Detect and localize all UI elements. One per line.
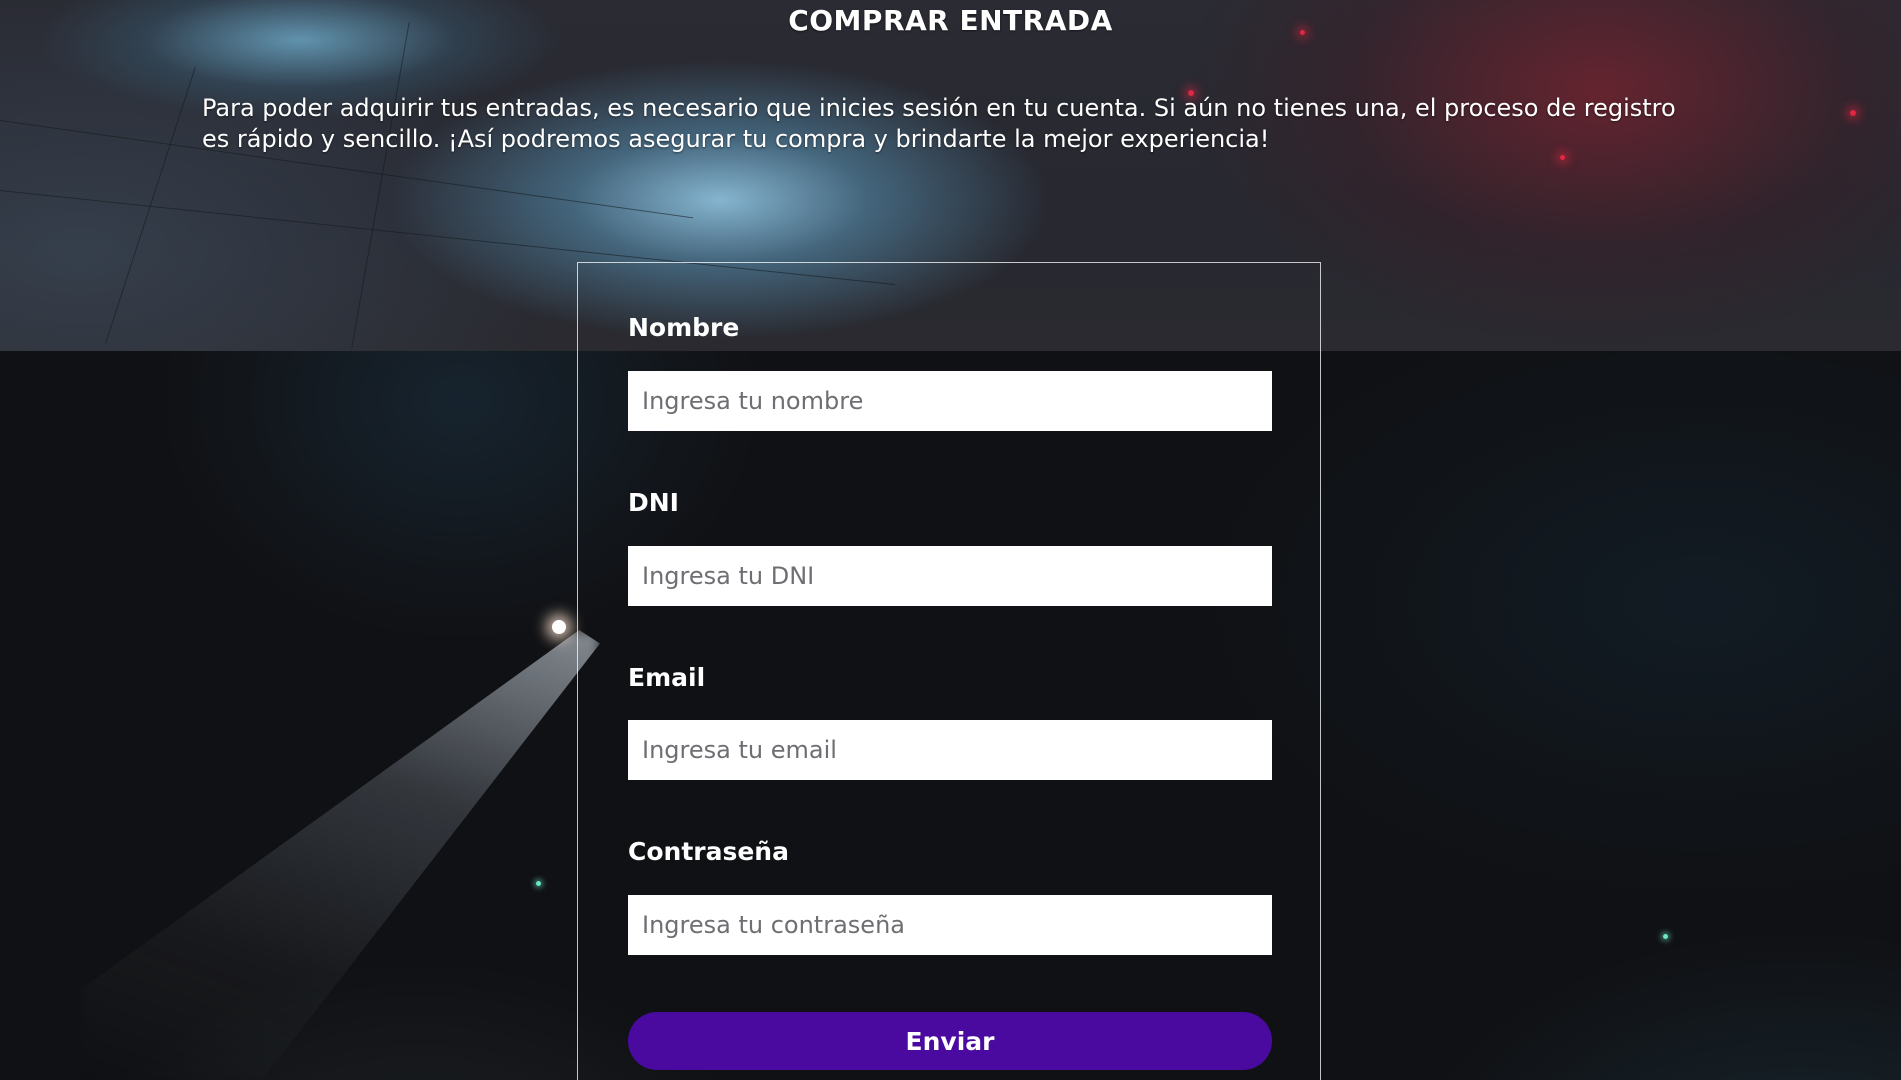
name-input[interactable]: [628, 371, 1272, 431]
password-input[interactable]: [628, 895, 1272, 955]
dni-input[interactable]: [628, 546, 1272, 606]
light-speck: [1663, 934, 1668, 939]
floor-seam: [105, 67, 196, 344]
purchase-form: Nombre DNI Email Contraseña Enviar: [577, 262, 1321, 1080]
stage-light: [1560, 155, 1565, 160]
password-label: Contraseña: [628, 837, 789, 866]
email-input[interactable]: [628, 720, 1272, 780]
stage-light: [1850, 110, 1856, 116]
name-label: Nombre: [628, 313, 740, 342]
intro-text: Para poder adquirir tus entradas, es nec…: [202, 94, 1676, 153]
page: COMPRAR ENTRADA Para poder adquirir tus …: [0, 0, 1901, 1080]
floor-seam: [351, 22, 410, 348]
light-speck: [536, 881, 541, 886]
dni-label: DNI: [628, 488, 679, 517]
submit-button[interactable]: Enviar: [628, 1012, 1272, 1070]
page-title: COMPRAR ENTRADA: [788, 4, 1113, 37]
spotlight-lamp: [552, 620, 566, 634]
email-label: Email: [628, 663, 706, 692]
